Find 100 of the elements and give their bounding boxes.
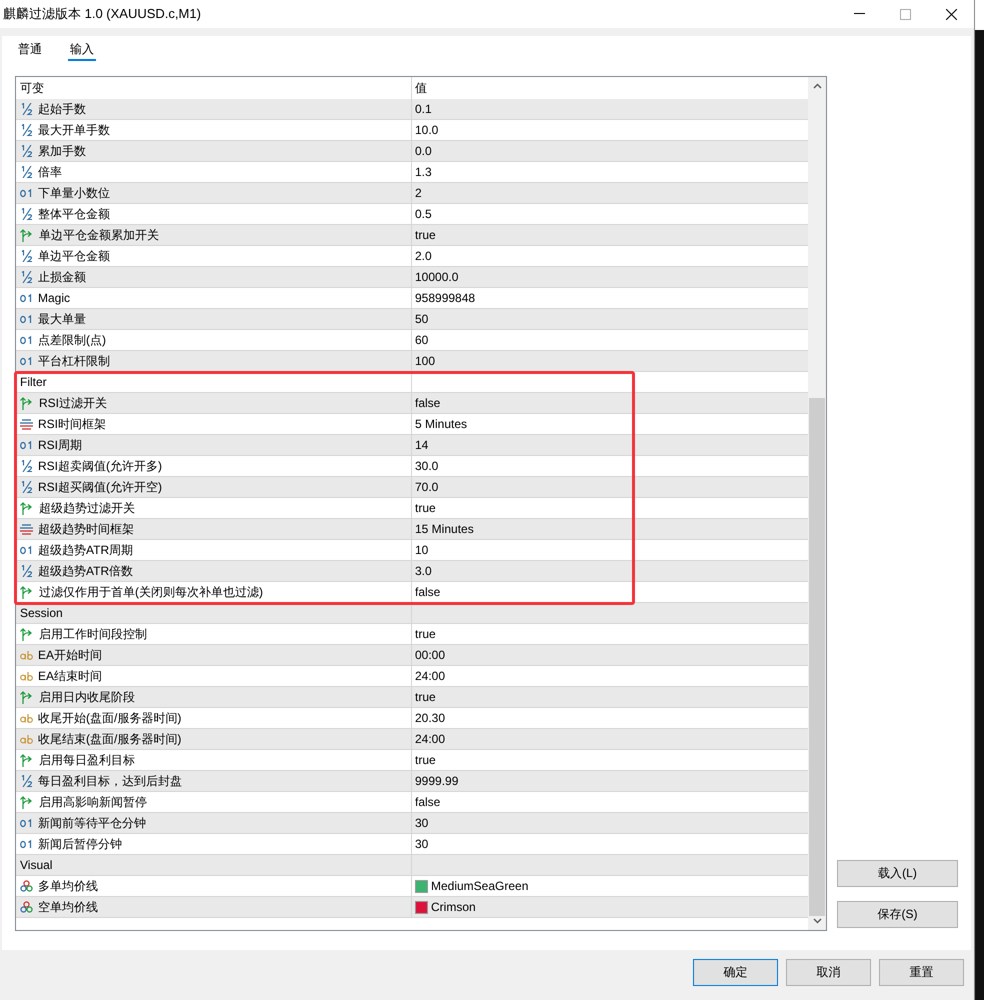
fraction-icon bbox=[20, 124, 33, 136]
parameter-name: 最大单量 bbox=[38, 310, 86, 328]
branch-arrow-icon bbox=[20, 754, 34, 766]
parameter-name: 点差限制(点) bbox=[38, 332, 106, 348]
parameter-name: 每日盈利目标，达到后封盘 bbox=[38, 772, 182, 790]
parameter-name: 整体平仓金额 bbox=[38, 206, 110, 222]
parameter-value[interactable]: 10.0 bbox=[415, 123, 438, 137]
parameter-value[interactable]: 0.5 bbox=[415, 207, 432, 221]
parameter-name: 累加手数 bbox=[38, 142, 86, 160]
parameter-value[interactable]: true bbox=[415, 627, 436, 641]
branch-arrow-icon bbox=[20, 628, 34, 640]
parameter-name: 新闻前等待平仓分钟 bbox=[38, 814, 146, 832]
branch-arrow-icon bbox=[20, 396, 34, 410]
fraction-icon bbox=[20, 208, 33, 220]
parameter-value[interactable]: 20.30 bbox=[415, 711, 446, 725]
parameter-name: 超级趋势ATR周期 bbox=[38, 542, 134, 558]
parameter-value[interactable]: 24:00 bbox=[415, 669, 446, 683]
parameter-value[interactable]: 2 bbox=[415, 186, 422, 200]
parameter-name: EA开始时间 bbox=[38, 646, 102, 664]
parameter-value[interactable]: 3.0 bbox=[415, 564, 432, 578]
parameter-value[interactable]: 958999848 bbox=[415, 291, 476, 305]
side-button[interactable]: 保存(S) bbox=[837, 901, 958, 928]
branch-arrow-icon bbox=[20, 586, 34, 598]
integer-icon bbox=[20, 545, 33, 555]
parameter-value[interactable]: false bbox=[415, 795, 440, 809]
parameter-value[interactable]: 00:00 bbox=[415, 648, 446, 662]
integer-icon bbox=[20, 293, 33, 303]
parameter-value[interactable]: false bbox=[415, 585, 440, 599]
parameter-name: RSI超买阈值(允许开空) bbox=[38, 478, 162, 496]
color-circles-icon bbox=[20, 880, 33, 892]
parameter-value[interactable]: true bbox=[415, 501, 436, 515]
parameter-name: 超级趋势过滤开关 bbox=[39, 500, 135, 516]
integer-icon bbox=[20, 818, 33, 828]
parameter-value[interactable]: 100 bbox=[415, 354, 436, 368]
parameter-value[interactable]: 60 bbox=[415, 333, 428, 347]
parameter-name: 平台杠杆限制 bbox=[38, 352, 110, 370]
parameter-value[interactable]: true bbox=[415, 228, 436, 242]
branch-arrow-icon bbox=[20, 228, 34, 242]
parameter-name: 单边平仓金额累加开关 bbox=[39, 226, 159, 244]
integer-icon bbox=[20, 188, 33, 198]
parameter-value[interactable]: 0.0 bbox=[415, 144, 432, 158]
scroll-up-icon bbox=[812, 83, 822, 89]
integer-icon bbox=[20, 440, 33, 450]
parameter-value[interactable]: 24:00 bbox=[415, 732, 446, 746]
integer-icon bbox=[20, 314, 33, 324]
parameter-value[interactable]: 15 Minutes bbox=[415, 522, 474, 536]
parameter-name: 启用工作时间段控制 bbox=[39, 626, 147, 642]
parameter-value[interactable]: 10000.0 bbox=[415, 270, 458, 284]
parameter-name: 过滤仅作用于首单(关闭则每次补单也过滤) bbox=[39, 584, 263, 600]
parameter-value[interactable]: 14 bbox=[415, 438, 428, 452]
parameter-name: EA结束时间 bbox=[38, 668, 102, 684]
parameter-name: 超级趋势时间框架 bbox=[38, 520, 134, 538]
scrollbar[interactable] bbox=[808, 77, 826, 930]
integer-icon bbox=[20, 839, 33, 849]
parameter-value[interactable]: 50 bbox=[415, 312, 428, 326]
dialog-button[interactable]: 确定 bbox=[693, 959, 778, 986]
branch-arrow-icon bbox=[20, 502, 34, 514]
parameter-value[interactable]: false bbox=[415, 396, 440, 410]
list-icon bbox=[20, 524, 33, 534]
parameter-value[interactable]: 10 bbox=[415, 543, 428, 557]
fraction-icon bbox=[20, 775, 33, 787]
parameter-value[interactable]: 70.0 bbox=[415, 480, 438, 494]
tab[interactable]: 输入 bbox=[68, 40, 96, 61]
parameter-value[interactable]: 30 bbox=[415, 837, 428, 851]
scroll-down-icon bbox=[812, 918, 822, 924]
parameter-value[interactable]: 5 Minutes bbox=[415, 417, 468, 431]
parameter-value[interactable]: 30 bbox=[415, 816, 428, 830]
parameter-value[interactable]: true bbox=[415, 753, 436, 767]
side-button[interactable]: 载入(L) bbox=[837, 860, 958, 887]
column-header: 值 bbox=[414, 80, 428, 96]
parameter-name: 倍率 bbox=[38, 164, 62, 180]
parameter-name: 超级趋势ATR倍数 bbox=[38, 562, 134, 580]
text-type-icon bbox=[20, 734, 33, 744]
parameter-name: 起始手数 bbox=[38, 100, 86, 118]
parameter-value[interactable]: 30.0 bbox=[415, 459, 438, 473]
parameter-value[interactable]: 1.3 bbox=[415, 165, 432, 179]
color-circles-icon bbox=[20, 901, 33, 913]
parameter-value[interactable]: 9999.99 bbox=[415, 774, 458, 788]
fraction-icon bbox=[20, 481, 33, 493]
parameter-value[interactable]: Crimson bbox=[431, 900, 476, 914]
scroll-thumb[interactable] bbox=[809, 398, 825, 916]
dialog-button[interactable]: 重置 bbox=[879, 959, 964, 986]
parameter-value[interactable]: 2.0 bbox=[415, 249, 432, 263]
parameter-name: RSI过滤开关 bbox=[39, 394, 108, 412]
dialog-button[interactable]: 取消 bbox=[786, 959, 871, 986]
group-header[interactable]: Filter bbox=[16, 372, 412, 392]
parameter-name: RSI超卖阈值(允许开多) bbox=[38, 458, 162, 474]
fraction-icon bbox=[20, 460, 33, 472]
text-type-icon bbox=[20, 672, 33, 680]
parameter-value[interactable]: MediumSeaGreen bbox=[431, 879, 528, 893]
parameter-value[interactable]: 0.1 bbox=[415, 102, 432, 116]
fraction-icon bbox=[20, 166, 33, 178]
text-type-icon bbox=[20, 714, 33, 722]
fraction-icon bbox=[20, 250, 33, 262]
parameter-name: 下单量小数位 bbox=[38, 184, 110, 202]
integer-icon bbox=[20, 356, 33, 366]
parameter-name: 多单均价线 bbox=[38, 878, 98, 894]
tab[interactable]: 普通 bbox=[16, 40, 44, 61]
integer-icon bbox=[20, 335, 33, 345]
parameter-value[interactable]: true bbox=[415, 690, 436, 704]
